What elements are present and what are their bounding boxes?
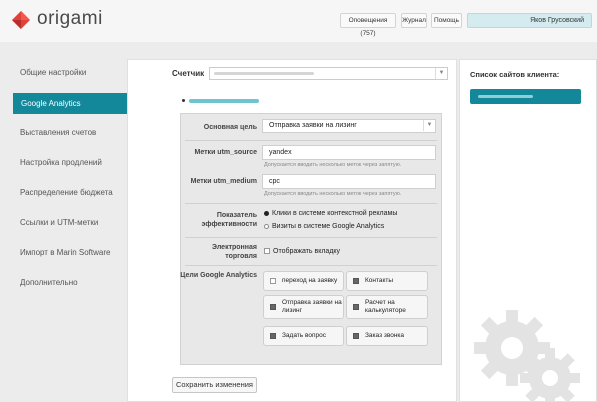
sidebar-item-utm-links[interactable]: Ссылки и UTM-метки (20, 218, 98, 227)
sidebar-item-google-analytics[interactable]: Google Analytics (13, 93, 130, 114)
metric-label: Показатель эффективности (201, 212, 258, 228)
ecommerce-label: Электронная торговля (212, 244, 257, 260)
checkbox-checked-icon[interactable] (353, 278, 359, 284)
counter-select[interactable]: ▼ (209, 67, 448, 80)
goal-label: Расчет на калькуляторе (365, 299, 406, 314)
checkbox-icon[interactable] (270, 278, 276, 284)
divider (185, 237, 437, 238)
utm-source-label: Метки utm_source (194, 149, 258, 156)
goal-item[interactable]: Заказ звонка (346, 326, 428, 346)
checkbox-checked-icon[interactable] (353, 304, 359, 310)
divider (185, 265, 437, 266)
checkbox-checked-icon[interactable] (270, 333, 276, 339)
metric-option-label: Клики в системе контекстной рекламы (272, 210, 398, 217)
sidebar-item-billing[interactable]: Выставления счетов (20, 128, 96, 137)
ga-goals-label: Цели Google Analytics (180, 272, 257, 279)
metric-radio-visits[interactable]: Визиты в системе Google Analytics (264, 223, 384, 230)
main-goal-value: Отправка заявки на лизинг (269, 122, 357, 129)
help-button[interactable]: Помощь (431, 13, 462, 28)
journal-button[interactable]: Журнал (401, 13, 427, 28)
goal-item[interactable]: переход на заявку (263, 271, 344, 291)
client-sites-panel (459, 59, 597, 402)
gear-icon (520, 348, 580, 401)
metric-option-label: Визиты в системе Google Analytics (272, 223, 385, 230)
main-goal-label: Основная цель (203, 124, 257, 131)
client-site-item[interactable] (470, 89, 581, 104)
save-changes-button[interactable]: Сохранить изменения (172, 377, 257, 393)
goal-item[interactable]: Расчет на калькуляторе (346, 295, 428, 319)
divider (185, 203, 437, 204)
sidebar-item-budget[interactable]: Распределение бюджета (20, 188, 113, 197)
utm-medium-hint: Допускается вводить несколько меток чере… (264, 191, 402, 197)
ecommerce-checkbox-label: Отображать вкладку (273, 248, 341, 255)
checkbox-icon[interactable] (264, 248, 270, 255)
sidebar-item-renewals[interactable]: Настройка продлений (20, 158, 102, 167)
utm-medium-label: Метки utm_medium (190, 178, 257, 185)
goal-item[interactable]: Контакты (346, 271, 428, 291)
client-sites-title: Список сайтов клиента: (470, 70, 560, 79)
utm-source-input[interactable]: yandex (262, 145, 436, 160)
goal-label: Задать вопрос (282, 332, 326, 339)
divider (185, 140, 437, 141)
main-goal-select[interactable]: Отправка заявки на лизинг ▼ (262, 119, 436, 133)
ecommerce-checkbox[interactable]: Отображать вкладку (264, 248, 340, 255)
chevron-down-icon[interactable]: ▼ (435, 68, 447, 79)
bullet-icon (182, 99, 185, 102)
sidebar-item-additional[interactable]: Дополнительно (20, 278, 78, 287)
checkbox-checked-icon[interactable] (270, 304, 276, 310)
site-name-redacted (478, 95, 533, 98)
notifications-button[interactable]: Оповещения (757) (340, 13, 396, 37)
radio-unselected-icon[interactable] (264, 223, 269, 229)
chevron-down-icon[interactable]: ▼ (423, 120, 435, 131)
checkbox-checked-icon[interactable] (353, 333, 359, 339)
user-menu-button[interactable]: Яков Грусовский (467, 13, 592, 28)
site-name-redacted (189, 99, 259, 103)
origami-logo-icon (12, 11, 30, 29)
utm-source-hint: Допускается вводить несколько меток чере… (264, 162, 402, 168)
utm-medium-input[interactable]: cpc (262, 174, 436, 189)
sidebar-item-general[interactable]: Общие настройки (20, 68, 86, 77)
metric-radio-clicks[interactable]: Клики в системе контекстной рекламы (264, 210, 397, 217)
goal-label: Отправка заявки на лизинг (282, 299, 342, 314)
counter-value-redacted (214, 72, 314, 75)
goal-item[interactable]: Отправка заявки на лизинг (263, 295, 344, 319)
goal-label: Контакты (365, 277, 394, 284)
goal-label: Заказ звонка (365, 332, 405, 339)
goal-item[interactable]: Задать вопрос (263, 326, 344, 346)
radio-selected-icon[interactable] (264, 210, 269, 216)
sidebar-item-marin-import[interactable]: Импорт в Marin Software (20, 248, 110, 257)
logo-text[interactable]: origami (37, 8, 103, 30)
goal-label: переход на заявку (282, 277, 338, 284)
counter-label: Счетчик (172, 69, 205, 78)
